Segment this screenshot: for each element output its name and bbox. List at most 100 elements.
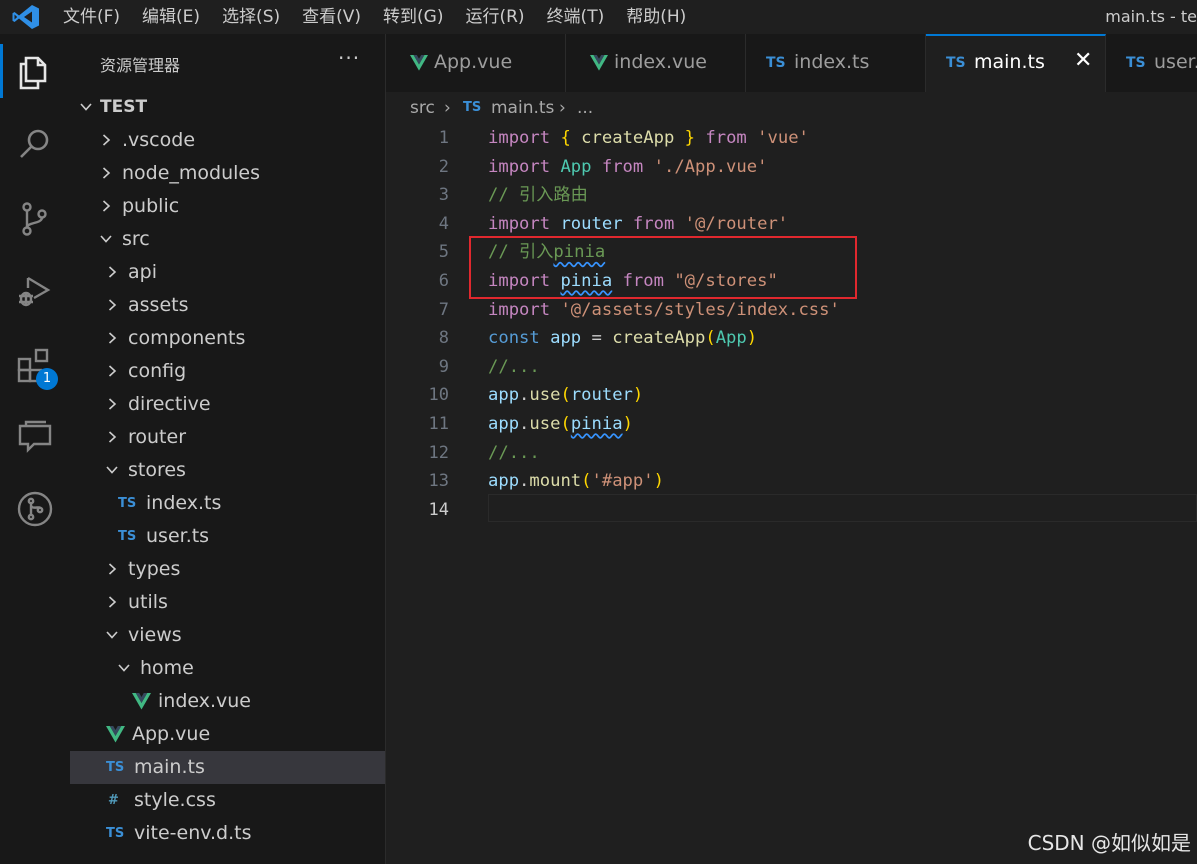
remote-explorer-button[interactable] (0, 404, 70, 466)
chevron-right-icon (102, 134, 111, 146)
code-line: import { createApp } from 'vue' (488, 128, 809, 148)
tree-folder[interactable]: assets (70, 289, 385, 322)
code-line: app.use(router) (488, 385, 644, 406)
chevron-right-icon (108, 365, 117, 377)
explorer-button[interactable] (0, 40, 70, 102)
tree-item-label: views (128, 624, 182, 646)
more-actions-button[interactable]: ··· (338, 46, 360, 70)
extensions-button[interactable]: 1 (0, 332, 70, 394)
tree-folder[interactable]: types (70, 553, 385, 586)
tree-item-label: style.css (134, 789, 216, 811)
ts-file-icon: TS (946, 55, 966, 71)
ts-file-icon: TS (106, 760, 125, 775)
menu-item[interactable]: 运行(R) (454, 0, 535, 34)
tree-file[interactable]: TS user.ts (70, 520, 385, 553)
tree-file[interactable]: TS index.ts (70, 487, 385, 520)
tree-folder[interactable]: components (70, 322, 385, 355)
line-number: 7 (438, 299, 449, 320)
tree-folder[interactable]: node_modules (70, 157, 385, 190)
tree-folder[interactable]: public (70, 190, 385, 223)
tree-file[interactable]: App.vue (70, 718, 385, 751)
tree-item-label: router (128, 426, 187, 448)
ts-file-icon: TS (766, 55, 786, 71)
menu-item[interactable]: 文件(F) (52, 0, 131, 34)
tree-item-label: App.vue (132, 723, 211, 745)
code-line: import App from './App.vue' (488, 156, 768, 177)
menu-item[interactable]: 转到(G) (372, 0, 454, 34)
annotation-box (469, 236, 857, 299)
explorer-sidebar: 资源管理器 ··· TEST .vscode node_modules public… (70, 34, 386, 864)
chevron-right-icon (108, 332, 117, 344)
search-button[interactable] (0, 112, 70, 174)
line-number: 10 (428, 385, 449, 406)
source-control-button[interactable] (0, 186, 70, 248)
breadcrumb-separator: › (559, 98, 566, 118)
run-debug-icon (19, 276, 51, 307)
chevron-down-icon (118, 664, 130, 672)
tree-item-label: stores (128, 459, 186, 481)
chevron-right-icon (102, 200, 111, 212)
tree-folder[interactable]: config (70, 355, 385, 388)
tree-item-label: assets (128, 294, 189, 316)
title-bar: 文件(F) 编辑(E) 选择(S) 查看(V) 转到(G) 运行(R) 终端(T) 帮助(H)… (0, 0, 1197, 34)
breadcrumb-file[interactable]: main.ts (491, 92, 554, 124)
menu-item[interactable]: 选择(S) (211, 0, 291, 34)
source-control-icon (22, 202, 47, 236)
close-tab-icon[interactable]: ✕ (1074, 48, 1092, 73)
tab-index-ts[interactable]: TS index.ts (746, 34, 926, 92)
chevron-right-icon (102, 167, 111, 179)
git-graph-button[interactable] (0, 476, 70, 538)
tree-item-label: vite-env.d.ts (134, 822, 252, 844)
tree-item-label: main.ts (134, 756, 205, 778)
chevron-down-icon (106, 631, 118, 639)
code-line: import '@/assets/styles/index.css' (488, 299, 840, 320)
chevron-right-icon (108, 431, 117, 443)
tab-index-vue[interactable]: index.vue (566, 34, 746, 92)
tree-file[interactable]: TS main.ts (70, 751, 385, 784)
menu-item[interactable]: 查看(V) (291, 0, 372, 34)
tree-item-label: utils (128, 591, 168, 613)
tree-item-label: home (140, 657, 194, 679)
ts-file-icon: TS (463, 100, 482, 115)
line-number: 8 (438, 328, 449, 349)
tree-folder[interactable]: api (70, 256, 385, 289)
line-number: 14 (428, 499, 449, 520)
vue-file-icon (410, 55, 428, 71)
code-line: import router from '@/router' (488, 213, 789, 234)
chevron-down-icon (100, 235, 112, 243)
line-number: 3 (438, 185, 449, 206)
tree-folder[interactable]: views (70, 619, 385, 652)
tree-folder[interactable]: router (70, 421, 385, 454)
code-line: app.use(pinia) (488, 414, 633, 434)
tab-user-ts[interactable]: TS user.ts (1106, 34, 1197, 92)
tree-folder[interactable]: home (70, 652, 385, 685)
tree-file[interactable]: TS vite-env.d.ts (70, 817, 385, 850)
current-line-highlight (488, 494, 1197, 522)
menu-item[interactable]: 帮助(H) (615, 0, 697, 34)
breadcrumb-symbol[interactable]: ... (577, 92, 593, 124)
tab-app-vue[interactable]: App.vue (386, 34, 566, 92)
line-number: 13 (428, 471, 449, 492)
tree-folder[interactable]: stores (70, 454, 385, 487)
tab-main-ts[interactable]: TS main.ts ✕ (926, 34, 1106, 92)
code-line: const app = createApp(App) (488, 328, 758, 349)
vue-file-icon (132, 693, 151, 710)
tab-label: App.vue (434, 51, 513, 73)
workspace-root[interactable]: TEST (70, 91, 385, 124)
vue-file-icon (106, 726, 125, 743)
tree-folder[interactable]: utils (70, 586, 385, 619)
tree-folder[interactable]: src (70, 223, 385, 256)
tree-item-label: directive (128, 393, 211, 415)
menu-item[interactable]: 编辑(E) (131, 0, 211, 34)
tab-label: user.ts (1154, 51, 1197, 73)
ts-file-icon: TS (118, 529, 137, 544)
menu-item[interactable]: 终端(T) (536, 0, 616, 34)
menu-bar: 文件(F) 编辑(E) 选择(S) 查看(V) 转到(G) 运行(R) 终端(T) 帮助(H) (52, 0, 697, 34)
code-editor[interactable]: 1 2 3 4 5 6 7 8 9 10 11 12 13 14 import { createApp }… (386, 124, 1197, 864)
tree-file[interactable]: # style.css (70, 784, 385, 817)
tree-folder[interactable]: .vscode (70, 124, 385, 157)
tree-folder[interactable]: directive (70, 388, 385, 421)
breadcrumb-folder[interactable]: src (410, 92, 435, 124)
tree-file[interactable]: index.vue (70, 685, 385, 718)
run-debug-button[interactable] (0, 258, 70, 320)
